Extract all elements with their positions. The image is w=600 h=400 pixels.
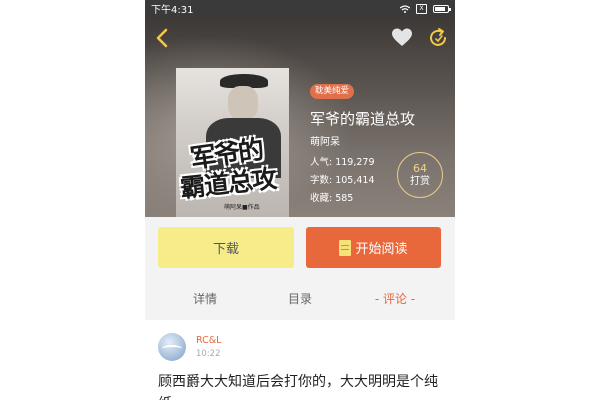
download-label: 下载 — [212, 242, 239, 257]
book-title: 军爷的霸道总攻 — [310, 110, 416, 128]
start-reading-label: 开始阅读 — [355, 242, 408, 257]
tab-bar: 详情 目录 - 评论 - — [145, 282, 455, 316]
start-reading-button[interactable]: 开始阅读 — [306, 227, 441, 268]
tab-catalog[interactable]: 目录 — [260, 282, 340, 316]
wifi-icon — [400, 4, 410, 13]
comment-text: 顾西爵大大知道后会打你的，大大明明是个纯纸 — [158, 374, 438, 400]
stat-favorites: 收藏: 585 — [310, 193, 354, 204]
battery-icon — [433, 4, 451, 13]
phone-screen: 下午4:31 X 军爷的 霸道总攻 萌阿呆■作品 耽美纯爱 军爷的霸道总攻 萌阿… — [145, 0, 455, 400]
tip-label: 打赏 — [410, 176, 430, 187]
genre-tag[interactable]: 耽美纯爱 — [310, 84, 355, 99]
tab-details[interactable]: 详情 — [165, 282, 245, 316]
book-cover[interactable]: 军爷的 霸道总攻 萌阿呆■作品 — [176, 68, 289, 217]
book-author[interactable]: 萌阿呆 — [310, 133, 340, 148]
tip-count: 64 — [413, 162, 427, 175]
avatar[interactable] — [158, 333, 186, 361]
comment-user[interactable]: RC&L — [196, 335, 221, 346]
chevron-left-icon[interactable] — [153, 27, 173, 49]
book-icon — [339, 239, 352, 256]
comment-list: RC&L 10:22 顾西爵大大知道后会打你的，大大明明是个纯纸 — [145, 320, 455, 400]
download-button[interactable]: 下载 — [158, 227, 294, 268]
book-header: 军爷的 霸道总攻 萌阿呆■作品 耽美纯爱 军爷的霸道总攻 萌阿呆 人气: 119,… — [145, 17, 455, 217]
status-time: 下午4:31 — [151, 5, 194, 16]
status-bar: 下午4:31 X — [145, 0, 455, 17]
tip-button[interactable]: 64 打赏 — [397, 152, 443, 198]
refresh-icon[interactable] — [427, 27, 449, 49]
comment-time: 10:22 — [196, 349, 221, 359]
sim-icon: X — [416, 3, 427, 14]
stat-word-count: 字数: 105,414 — [310, 175, 375, 186]
heart-icon[interactable] — [391, 27, 413, 49]
cover-byline: 萌阿呆■作品 — [224, 204, 260, 211]
status-icons: X — [400, 3, 451, 14]
stat-popularity: 人气: 119,279 — [310, 157, 375, 168]
tab-comments[interactable]: - 评论 - — [355, 282, 435, 316]
